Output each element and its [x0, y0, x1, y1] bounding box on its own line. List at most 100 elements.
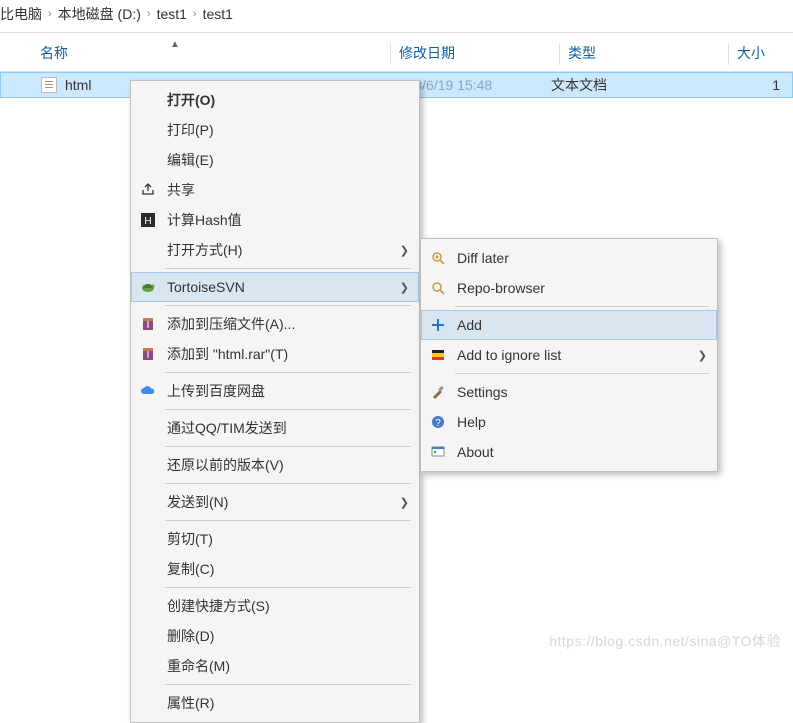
chevron-right-icon: › — [193, 8, 197, 20]
menu-label: 复制(C) — [159, 559, 409, 579]
menu-label: 创建快捷方式(S) — [159, 596, 409, 616]
menu-props[interactable]: 属性(R) — [131, 688, 419, 718]
menu-label: 打开方式(H) — [159, 240, 400, 260]
svg-text:?: ? — [435, 418, 441, 429]
menu-restore[interactable]: 还原以前的版本(V) — [131, 450, 419, 480]
col-separator[interactable] — [390, 43, 391, 65]
menu-cut[interactable]: 剪切(T) — [131, 524, 419, 554]
menu-separator — [165, 305, 411, 306]
chevron-right-icon: › — [48, 8, 52, 20]
menu-print[interactable]: 打印(P) — [131, 115, 419, 145]
submenu-help[interactable]: ? Help — [421, 407, 717, 437]
menu-share[interactable]: 共享 — [131, 175, 419, 205]
menu-label: 剪切(T) — [159, 529, 409, 549]
tortoise-icon — [137, 279, 159, 295]
menu-edit[interactable]: 编辑(E) — [131, 145, 419, 175]
crumb-folder2[interactable]: test1 — [203, 6, 233, 22]
menu-label: About — [449, 444, 707, 460]
menu-label: Repo-browser — [449, 280, 707, 296]
menu-label: 打开(O) — [159, 90, 409, 110]
submenu-add[interactable]: Add — [421, 310, 717, 340]
svg-text:H: H — [144, 216, 151, 227]
menu-separator — [165, 684, 411, 685]
chevron-right-icon: ❯ — [400, 496, 409, 509]
ignore-icon — [427, 347, 449, 363]
menu-separator — [165, 268, 411, 269]
menu-sendqq[interactable]: 通过QQ/TIM发送到 — [131, 413, 419, 443]
menu-label: Add to ignore list — [449, 347, 698, 363]
text-file-icon — [41, 77, 57, 93]
cloud-icon — [137, 383, 159, 399]
watermark: https://blog.csdn.net/sina@TO体验 — [549, 631, 781, 651]
col-type[interactable]: 类型 — [568, 43, 728, 65]
crumb-drive[interactable]: 本地磁盘 (D:) — [58, 4, 141, 24]
menu-label: 通过QQ/TIM发送到 — [159, 418, 409, 438]
menu-label: 上传到百度网盘 — [159, 381, 409, 401]
help-icon: ? — [427, 414, 449, 430]
menu-tortoisesvn[interactable]: TortoiseSVN ❯ — [131, 272, 419, 302]
share-icon — [137, 182, 159, 198]
file-size: 1 — [711, 77, 792, 93]
menu-separator — [165, 520, 411, 521]
menu-separator — [165, 409, 411, 410]
chevron-right-icon: ❯ — [400, 281, 409, 294]
submenu-tortoisesvn: Diff later Repo-browser Add Add to ignor… — [420, 238, 718, 472]
col-date[interactable]: 修改日期 — [399, 43, 559, 65]
submenu-about[interactable]: About — [421, 437, 717, 467]
menu-separator — [165, 483, 411, 484]
menu-open[interactable]: 打开(O) — [131, 85, 419, 115]
crumb-folder1[interactable]: test1 — [157, 6, 187, 22]
archive-icon — [137, 316, 159, 332]
add-icon — [427, 317, 449, 333]
menu-label: Diff later — [449, 250, 707, 266]
menu-label: TortoiseSVN — [159, 279, 400, 295]
menu-label: Add — [449, 317, 707, 333]
menu-label: 添加到压缩文件(A)... — [159, 314, 409, 334]
menu-label: Settings — [449, 384, 707, 400]
submenu-settings[interactable]: Settings — [421, 377, 717, 407]
menu-uploadbaidu[interactable]: 上传到百度网盘 — [131, 376, 419, 406]
file-name: html — [65, 77, 91, 93]
repo-icon — [427, 280, 449, 296]
diff-icon — [427, 250, 449, 266]
column-headers: 名称 ▲ 修改日期 类型 大小 — [0, 35, 793, 71]
col-name[interactable]: 名称 ▲ — [0, 43, 390, 65]
breadcrumb[interactable]: 比电脑 › 本地磁盘 (D:) › test1 › test1 — [0, 0, 793, 32]
menu-label: 重命名(M) — [159, 656, 409, 676]
menu-openwith[interactable]: 打开方式(H) ❯ — [131, 235, 419, 265]
menu-sendto[interactable]: 发送到(N) ❯ — [131, 487, 419, 517]
menu-label: 打印(P) — [159, 120, 409, 140]
divider — [0, 32, 793, 33]
col-name-label: 名称 — [40, 45, 68, 61]
chevron-right-icon: ❯ — [400, 244, 409, 257]
col-separator[interactable] — [559, 43, 560, 65]
menu-separator — [165, 372, 411, 373]
menu-label: 编辑(E) — [159, 150, 409, 170]
submenu-difflater[interactable]: Diff later — [421, 243, 717, 273]
menu-label: 属性(R) — [159, 693, 409, 713]
archive-icon — [137, 346, 159, 362]
crumb-pc[interactable]: 比电脑 — [0, 4, 42, 24]
sort-asc-icon: ▲ — [170, 39, 180, 50]
menu-copy[interactable]: 复制(C) — [131, 554, 419, 584]
menu-separator — [455, 373, 709, 374]
menu-separator — [455, 306, 709, 307]
chevron-right-icon: › — [147, 8, 151, 20]
file-type: 文本文档 — [551, 75, 711, 95]
menu-label: 计算Hash值 — [159, 210, 409, 230]
menu-label: 还原以前的版本(V) — [159, 455, 409, 475]
chevron-right-icon: ❯ — [698, 349, 707, 362]
menu-rename[interactable]: 重命名(M) — [131, 651, 419, 681]
col-separator[interactable] — [728, 43, 729, 65]
submenu-repobrowser[interactable]: Repo-browser — [421, 273, 717, 303]
col-size[interactable]: 大小 — [737, 43, 793, 65]
menu-addarchive[interactable]: 添加到压缩文件(A)... — [131, 309, 419, 339]
menu-hash[interactable]: H 计算Hash值 — [131, 205, 419, 235]
submenu-ignore[interactable]: Add to ignore list ❯ — [421, 340, 717, 370]
menu-separator — [165, 446, 411, 447]
menu-addrar[interactable]: 添加到 "html.rar"(T) — [131, 339, 419, 369]
menu-delete[interactable]: 删除(D) — [131, 621, 419, 651]
menu-label: 发送到(N) — [159, 492, 400, 512]
hash-icon: H — [137, 212, 159, 228]
menu-shortcut[interactable]: 创建快捷方式(S) — [131, 591, 419, 621]
